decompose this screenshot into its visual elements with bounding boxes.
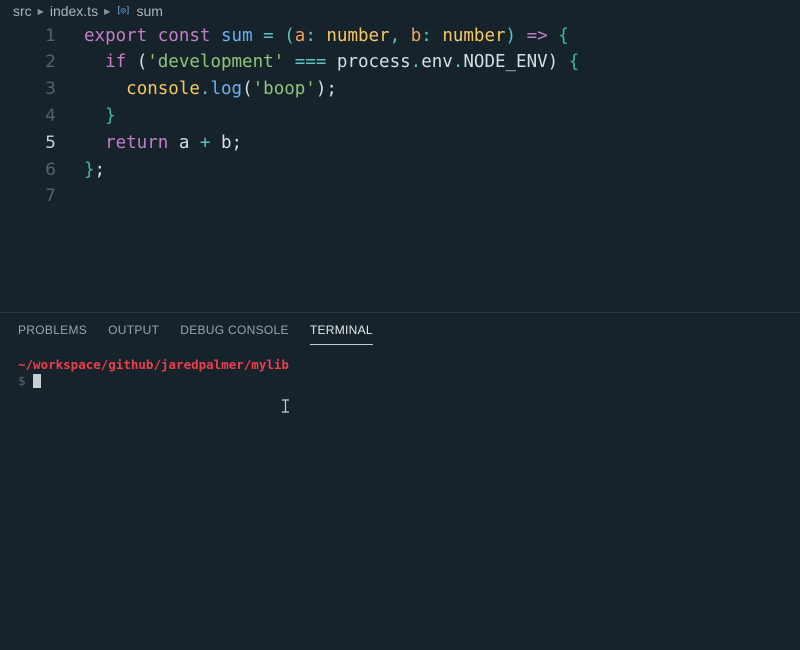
line-number: 7 bbox=[45, 186, 56, 207]
code-token: export bbox=[84, 25, 148, 46]
code-line[interactable]: 7 bbox=[0, 183, 800, 210]
code-content: } bbox=[84, 106, 116, 126]
terminal-prompt-line[interactable]: $ bbox=[18, 373, 289, 389]
code-token: . bbox=[452, 52, 464, 73]
breadcrumb: src ▶ index.ts ▶ [◎] sum bbox=[13, 2, 163, 20]
code-token: a bbox=[168, 132, 200, 153]
terminal-prompt-symbol: $ bbox=[18, 373, 26, 388]
code-line[interactable]: 1 export const sum = (a: number, b: numbe… bbox=[0, 22, 800, 49]
code-content: }; bbox=[84, 160, 105, 180]
text-cursor-icon bbox=[282, 399, 289, 413]
code-token: => bbox=[526, 25, 548, 46]
code-token: === bbox=[294, 52, 327, 73]
code-token: if bbox=[105, 52, 127, 73]
code-token: + bbox=[199, 132, 211, 153]
panel-tab-bar: PROBLEMS OUTPUT DEBUG CONSOLE TERMINAL bbox=[0, 313, 800, 347]
code-line[interactable]: 3 console.log('boop'); bbox=[0, 76, 800, 103]
chevron-right-icon: ▶ bbox=[37, 6, 44, 16]
code-token: } bbox=[105, 105, 116, 126]
code-token: 'boop' bbox=[252, 79, 316, 100]
tab-problems[interactable]: PROBLEMS bbox=[18, 313, 87, 347]
code-token: : bbox=[421, 25, 443, 46]
chevron-right-icon: ▶ bbox=[104, 6, 111, 16]
code-token: ) bbox=[547, 52, 569, 73]
code-line[interactable]: 5 return a + b; bbox=[0, 129, 800, 156]
code-token: return bbox=[105, 132, 169, 153]
code-token: NODE_ENV bbox=[463, 52, 548, 73]
code-token: ; bbox=[94, 159, 106, 180]
code-token: . bbox=[410, 52, 422, 73]
code-token: { bbox=[558, 25, 569, 46]
code-token: console bbox=[126, 79, 200, 100]
line-number: 6 bbox=[45, 159, 56, 180]
code-token: process bbox=[336, 52, 411, 73]
code-token: : bbox=[305, 25, 327, 46]
line-number: 4 bbox=[45, 105, 56, 126]
code-line[interactable]: 6}; bbox=[0, 156, 800, 183]
code-token: ( bbox=[242, 79, 253, 100]
code-token: . bbox=[199, 79, 211, 100]
code-token: number bbox=[326, 25, 390, 46]
code-line[interactable]: 2 if ('development' === process.env.NODE… bbox=[0, 49, 800, 76]
breadcrumb-folder[interactable]: src bbox=[13, 3, 32, 19]
line-number: 2 bbox=[45, 52, 56, 73]
code-editor[interactable]: 1 export const sum = (a: number, b: numbe… bbox=[0, 22, 800, 312]
code-content: return a + b; bbox=[84, 133, 242, 153]
tab-terminal[interactable]: TERMINAL bbox=[309, 313, 373, 347]
terminal[interactable]: ~/workspace/github/jaredpalmer/mylib $ bbox=[18, 357, 289, 389]
code-token: ( bbox=[284, 25, 295, 46]
code-content: if ('development' === process.env.NODE_E… bbox=[84, 52, 579, 72]
code-token: number bbox=[442, 25, 506, 46]
code-token: ); bbox=[315, 79, 337, 100]
code-token: env bbox=[421, 52, 453, 73]
symbol-variable-icon: [◎] bbox=[116, 6, 130, 16]
code-token: { bbox=[568, 52, 580, 73]
code-token: ) bbox=[505, 25, 527, 46]
line-number: 3 bbox=[45, 79, 56, 100]
code-content: export const sum = (a: number, b: number… bbox=[84, 26, 569, 46]
code-token: b bbox=[410, 25, 422, 46]
code-token: 'development' bbox=[147, 52, 285, 73]
code-token: , bbox=[389, 25, 411, 46]
code-token: } bbox=[84, 159, 95, 180]
code-content: console.log('boop'); bbox=[84, 79, 337, 99]
tab-output[interactable]: OUTPUT bbox=[108, 313, 159, 347]
terminal-cursor bbox=[32, 374, 41, 388]
tab-debug-console[interactable]: DEBUG CONSOLE bbox=[180, 313, 289, 347]
code-token: log bbox=[210, 79, 243, 100]
breadcrumb-file[interactable]: index.ts bbox=[50, 3, 98, 19]
line-number: 5 bbox=[45, 132, 56, 153]
terminal-cwd: ~/workspace/github/jaredpalmer/mylib bbox=[18, 357, 289, 372]
code-token: ( bbox=[126, 52, 148, 73]
breadcrumb-symbol[interactable]: sum bbox=[137, 3, 163, 19]
code-line[interactable]: 4 } bbox=[0, 102, 800, 129]
line-number: 1 bbox=[45, 25, 56, 46]
code-token: a bbox=[294, 25, 306, 46]
code-token: sum bbox=[221, 25, 253, 46]
code-token: const bbox=[157, 25, 211, 46]
code-token: = bbox=[252, 25, 285, 46]
code-token: b; bbox=[210, 132, 243, 153]
